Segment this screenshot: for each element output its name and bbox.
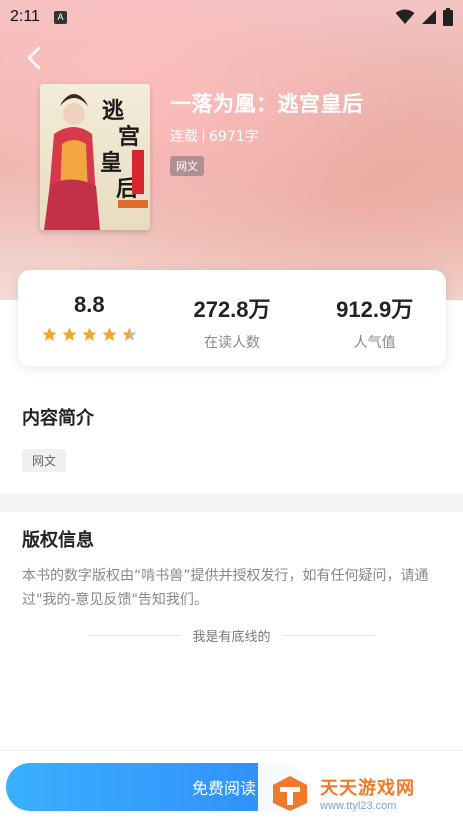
book-cover-image: 逃 宫 皇 后 — [40, 84, 150, 230]
status-bar: 2:11 A — [0, 0, 463, 34]
copyright-text: 本书的数字版权由“啃书兽”提供并授权发行，如有任何疑问，请通过"我的-意见反馈"… — [22, 568, 429, 608]
cover-title-char-3: 皇 — [100, 150, 122, 176]
rating-value: 8.8 — [74, 292, 105, 317]
stat-popularity: 912.9万 人气值 — [303, 270, 446, 366]
copyright-title: 版权信息 — [22, 530, 94, 551]
watermark-logo-icon — [273, 776, 307, 811]
book-word-count: 6971字 — [209, 129, 259, 145]
book-cover[interactable]: 逃 宫 皇 后 — [40, 84, 150, 230]
stat-readers: 272.8万 在读人数 — [161, 270, 304, 366]
star-icon — [82, 327, 97, 341]
half-star-icon — [122, 327, 137, 341]
end-of-content: 我是有底线的 — [0, 626, 463, 645]
end-rule-right — [282, 635, 375, 636]
notification-badge: A — [53, 10, 67, 24]
book-status: 连载 — [170, 129, 198, 145]
signal-icon — [422, 10, 436, 24]
watermark-url: www.ttyl23.com — [320, 800, 397, 812]
footer-divider — [0, 750, 463, 751]
cover-title-char-1: 逃 — [102, 98, 125, 124]
intro-title: 内容简介 — [22, 408, 94, 429]
status-time: 2:11 — [10, 8, 40, 25]
book-title: 一落为凰：逃宫皇后 — [170, 92, 364, 116]
popularity-label: 人气值 — [353, 335, 396, 351]
readers-value: 272.8万 — [193, 297, 271, 322]
cover-title-char-2: 宫 — [118, 124, 140, 150]
free-read-label: 免费阅读 — [191, 779, 256, 798]
back-button[interactable] — [22, 44, 46, 72]
star-icon — [62, 327, 77, 341]
readers-label: 在读人数 — [204, 335, 260, 351]
wifi-icon — [395, 9, 415, 24]
section-divider — [0, 494, 463, 512]
site-watermark: 天天游戏网 www.ttyl23.com — [258, 763, 463, 823]
stat-rating: 8.8 — [18, 270, 161, 366]
end-rule-left — [88, 635, 181, 636]
end-of-content-text: 我是有底线的 — [192, 630, 271, 645]
popularity-value: 912.9万 — [336, 297, 414, 322]
battery-icon — [443, 8, 453, 26]
status-icons — [395, 8, 453, 26]
star-icon — [42, 327, 57, 341]
meta-separator — [203, 129, 204, 143]
rating-stars — [41, 326, 138, 343]
book-meta: 连载 6971字 — [170, 126, 259, 146]
watermark-name: 天天游戏网 — [320, 778, 415, 799]
star-icon — [102, 327, 117, 341]
intro-tag[interactable]: 网文 — [22, 449, 67, 472]
stats-card: 8.8 272.8万 在读人数 912.9万 人气值 — [18, 270, 446, 366]
book-tag[interactable]: 网文 — [170, 156, 204, 176]
back-arrow-icon — [27, 46, 41, 70]
